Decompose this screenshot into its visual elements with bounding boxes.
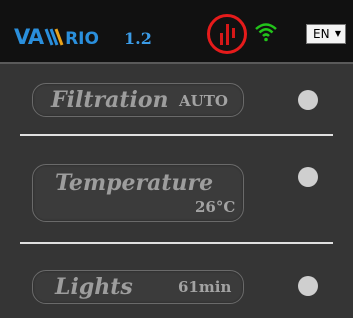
- vario-logo: VA RIO: [14, 24, 99, 50]
- logo-text-rio: RIO: [65, 29, 99, 49]
- dropdown-arrow-icon: ▼: [334, 29, 341, 38]
- wifi-icon: [255, 23, 277, 42]
- filtration-button[interactable]: Filtration AUTO: [32, 83, 244, 117]
- lights-label: Lights: [55, 274, 133, 300]
- temperature-status-dot[interactable]: [298, 167, 318, 187]
- language-select[interactable]: EN ▼: [306, 24, 346, 44]
- filtration-value: AUTO: [179, 92, 228, 110]
- alert-indicator[interactable]: [207, 14, 247, 54]
- logo-bars-icon: [44, 28, 64, 46]
- warning-bars-icon: [220, 24, 235, 45]
- lights-status-dot[interactable]: [298, 276, 318, 296]
- temperature-label: Temperature: [55, 170, 214, 196]
- lights-value: 61min: [178, 278, 232, 296]
- lights-button[interactable]: Lights 61min: [32, 270, 244, 304]
- divider: [20, 134, 333, 136]
- language-value: EN: [313, 27, 330, 41]
- temperature-button[interactable]: Temperature 26°C: [32, 164, 244, 222]
- logo-text-va: VA: [14, 25, 44, 49]
- filtration-label: Filtration: [51, 87, 169, 113]
- header-bar: VA RIO 1.2 EN ▼: [0, 0, 353, 64]
- divider: [20, 242, 333, 244]
- version-label: 1.2: [124, 29, 152, 48]
- temperature-value: 26°C: [195, 198, 236, 216]
- filtration-status-dot[interactable]: [298, 90, 318, 110]
